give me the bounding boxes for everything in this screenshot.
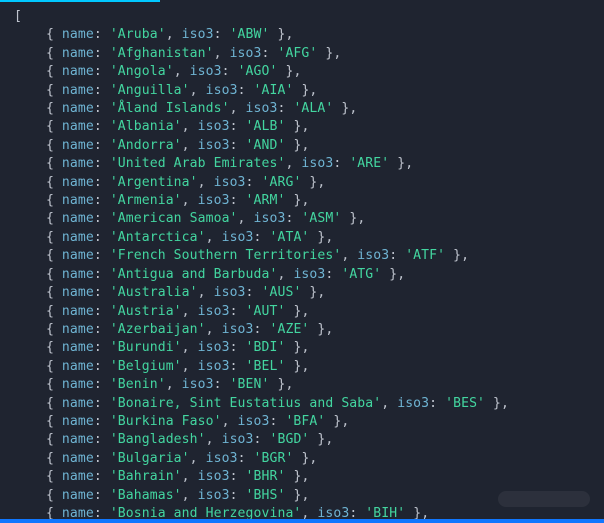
editor-bottom-accent (0, 519, 604, 523)
code-block: [ { name: 'Aruba', iso3: 'ABW' }, { name… (0, 2, 604, 523)
minimap-scroll-hint[interactable] (498, 491, 590, 507)
open-bracket: [ (14, 9, 22, 24)
